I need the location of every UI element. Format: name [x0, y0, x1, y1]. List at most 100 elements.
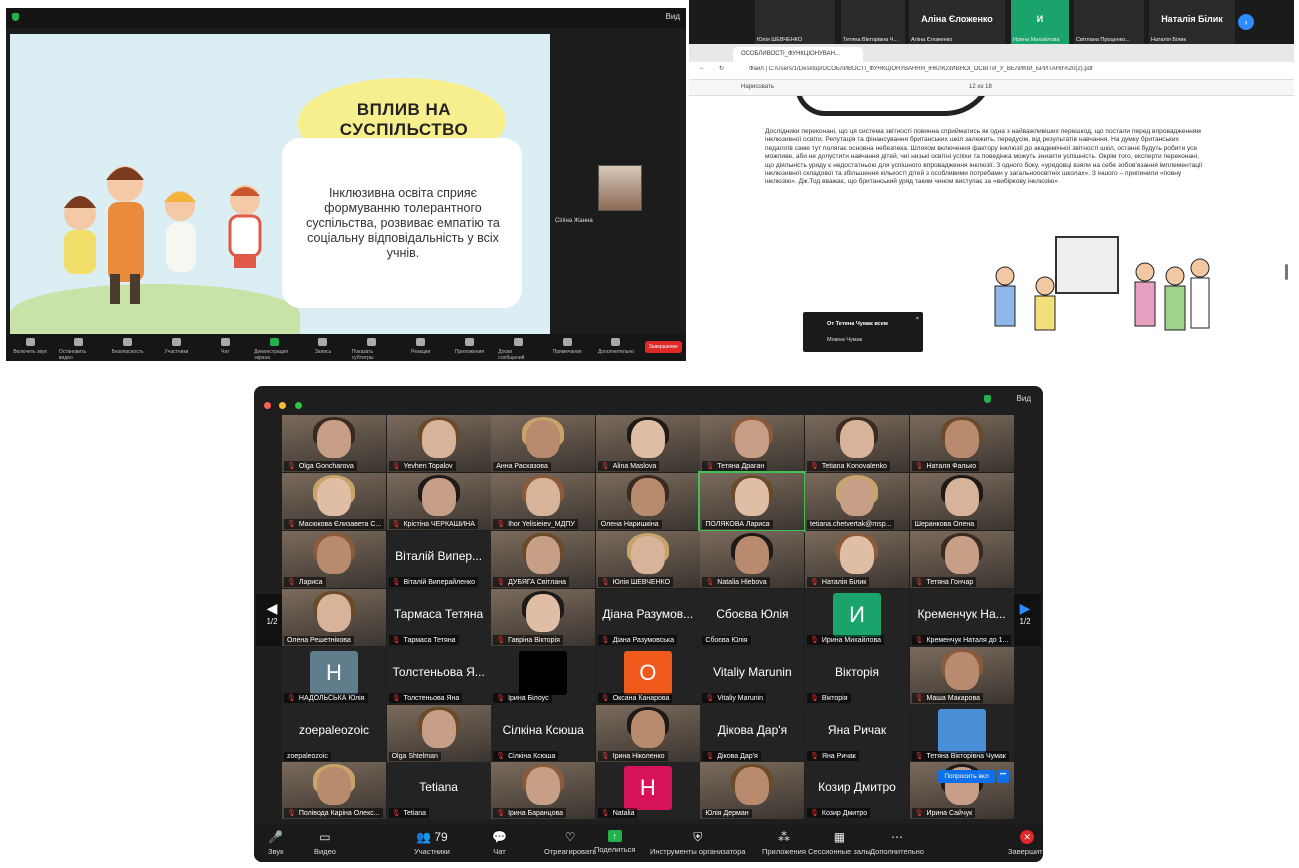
- meeting-control-button[interactable]: ▦ Сессионные залы: [808, 830, 871, 856]
- end-meeting-button[interactable]: Завершение: [644, 341, 682, 353]
- self-view-video[interactable]: [598, 165, 642, 211]
- ask-to-unmute-button[interactable]: Попросить вкл: [938, 770, 995, 783]
- toolbar-item[interactable]: Доски сообщений: [498, 334, 538, 361]
- draw-button[interactable]: Нарисовать: [741, 84, 774, 90]
- participant-tile[interactable]: Шеранкова Олена: [909, 472, 1014, 530]
- toolbar-item[interactable]: Приложения: [449, 334, 489, 361]
- meeting-control-button[interactable]: ✕ Завершить: [1008, 830, 1043, 856]
- toolbar-item[interactable]: Дополнительно: [596, 334, 636, 361]
- participant-tile[interactable]: Вікторія 🎙 Вікторія: [805, 646, 909, 704]
- participant-tile[interactable]: 🎙 Поліводa Каріна Олекс...: [282, 762, 386, 820]
- strip-video-tile[interactable]: Юлія ШЕВЧЕНКО: [755, 0, 835, 44]
- toolbar-item[interactable]: Остановить видео: [59, 334, 99, 361]
- view-button[interactable]: Вид: [666, 12, 680, 21]
- participant-tile[interactable]: 🎙 Tetiana Konovalenko: [805, 415, 909, 472]
- participant-tile[interactable]: 🎙 Крістіна ЧЕРКАШИНА: [386, 472, 491, 530]
- meeting-control-button[interactable]: 💬 Чат: [492, 830, 507, 856]
- participant-tile[interactable]: tetiana.chetvertak@msp...: [805, 472, 909, 530]
- participant-tile[interactable]: Юлія Дерман: [700, 762, 805, 820]
- participant-tile[interactable]: И 🎙 Ирина Михайлова: [805, 588, 909, 646]
- participant-tile[interactable]: Сбоєва Юлія Сбоєва Юлія: [700, 588, 805, 646]
- page-indicator[interactable]: 12 из 18: [969, 84, 992, 90]
- participant-tile[interactable]: Кременчук На... 🎙 Кременчук Наталя до 1...: [909, 588, 1014, 646]
- participant-tile[interactable]: 🎙 ДУБЯГА Світлана: [491, 530, 596, 588]
- participant-tile[interactable]: Анна Расказова: [491, 415, 596, 472]
- minimize-window-icon[interactable]: [279, 402, 287, 409]
- toolbar-item[interactable]: Примечания: [547, 334, 587, 361]
- participant-tile[interactable]: 🎙 Yevhen Topalov: [386, 415, 491, 472]
- meeting-control-button[interactable]: 🎤 Звук: [268, 830, 283, 856]
- participant-tile[interactable]: 🎙 Alina Maslova: [595, 415, 700, 472]
- participant-tile[interactable]: 🎙 Юлія ШЕВЧЕНКО: [595, 530, 700, 588]
- participant-tile[interactable]: Віталій Випер... 🎙 Віталій Виперайленко: [386, 530, 491, 588]
- toolbar-item[interactable]: Чат: [205, 334, 245, 361]
- strip-video-tile[interactable]: Світлана Проценко...: [1074, 0, 1144, 44]
- meeting-control-button[interactable]: ▭ Видео: [314, 830, 336, 856]
- participant-tile[interactable]: Козир Дмитро 🎙 Козир Дмитро: [805, 762, 909, 820]
- participant-tile[interactable]: 🎙 Масюкова Єлизавета С...: [282, 472, 386, 530]
- participant-tile[interactable]: Тармаса Тетяна 🎙 Тармаса Тетяна: [386, 588, 491, 646]
- toolbar-item[interactable]: Реакции: [401, 334, 441, 361]
- participant-face: [526, 477, 561, 516]
- participant-tile[interactable]: 🎙 Наталія Білик: [805, 530, 909, 588]
- participant-tile[interactable]: Н 🎙 Natalia: [595, 762, 700, 820]
- meeting-control-button[interactable]: ↑ Поделиться: [594, 830, 635, 854]
- close-window-icon[interactable]: [264, 402, 271, 409]
- strip-video-tile[interactable]: Тетяна Вікторівна Ч...: [841, 0, 905, 44]
- reload-icon[interactable]: ↻: [719, 65, 724, 72]
- participant-tile[interactable]: О 🎙 Оксана Канарова: [595, 646, 700, 704]
- participant-face: [526, 593, 561, 632]
- participant-tile[interactable]: 🎙 Natalia Hlebova: [700, 530, 805, 588]
- meeting-control-button[interactable]: ⛨ Инструменты организатора: [650, 830, 746, 856]
- participant-tile[interactable]: Діана Разумов... 🎙 Діана Разумовська: [595, 588, 700, 646]
- participant-tile[interactable]: 🎙 Ірина Баранцова: [491, 762, 596, 820]
- participant-tile[interactable]: 🎙 Ihor Yelisieiev_МДПУ: [491, 472, 596, 530]
- participant-tile[interactable]: Tetiana 🎙 Tetiana: [386, 762, 491, 820]
- address-url[interactable]: Файл | C:/Users/1/Desktop/ОСОБЛИВОСТІ_ФУ…: [749, 66, 1109, 72]
- strip-video-tile[interactable]: Аліна Єложенко Аліна Єложенко: [909, 0, 1005, 44]
- strip-video-tile[interactable]: Наталія Білик Наталія Білик: [1149, 0, 1235, 44]
- more-options-button[interactable]: •••: [997, 770, 1009, 783]
- participant-tile[interactable]: Олена Решетнікова: [282, 588, 386, 646]
- participant-tile[interactable]: Олена Наришкіна: [595, 472, 700, 530]
- back-icon[interactable]: ←: [699, 65, 705, 71]
- toolbar-item[interactable]: Включить звук: [10, 334, 50, 361]
- participant-tile[interactable]: zoepaleozoic zoepaleozoic: [282, 704, 386, 762]
- toolbar-item[interactable]: Демонстрация экрана: [254, 334, 294, 361]
- participant-tile[interactable]: 🎙 Тетяна Драган: [700, 415, 805, 472]
- participant-tile[interactable]: 🎙 Лариса: [282, 530, 386, 588]
- participant-tile[interactable]: Vitaliy Marunin 🎙 Vitaliy Marunin: [700, 646, 805, 704]
- participant-tile[interactable]: Дікова Дар'я 🎙 Дікова Дар'я: [700, 704, 805, 762]
- strip-video-tile[interactable]: И Ирина Михайлова: [1011, 0, 1069, 44]
- pdf-scrollbar[interactable]: [1285, 264, 1288, 280]
- browser-tab[interactable]: ОСОБЛИВОСТІ_ФУНКЦІОНУВАН...: [733, 47, 863, 62]
- participant-tile[interactable]: 🎙 Тетяна Вікторівна Чумак: [909, 704, 1014, 762]
- participant-tile[interactable]: 🎙 Ірина Ніколенко: [595, 704, 700, 762]
- view-button[interactable]: Вид: [1017, 394, 1031, 403]
- participant-tile[interactable]: 🎙 Ірина Білоус: [491, 646, 596, 704]
- toolbar-item[interactable]: Показать субтитры: [352, 334, 392, 361]
- participant-tile[interactable]: 🎙 Гавріна Вікторія: [491, 588, 596, 646]
- meeting-control-button[interactable]: 👥 79 Участники: [414, 830, 450, 856]
- strip-next-icon[interactable]: ›: [1238, 14, 1254, 30]
- participant-tile[interactable]: Толстеньова Я... 🎙 Толстеньова Яна: [386, 646, 491, 704]
- meeting-control-button[interactable]: ⁂ Приложения: [762, 830, 806, 856]
- toolbar-item[interactable]: Участники: [156, 334, 196, 361]
- toolbar-item[interactable]: Запись: [303, 334, 343, 361]
- participant-tile[interactable]: 🎙 Маша Макарова: [909, 646, 1014, 704]
- participant-tile[interactable]: 🎙 Olga Goncharova: [282, 415, 386, 472]
- maximize-window-icon[interactable]: [294, 402, 302, 409]
- participant-tile[interactable]: 🎙 Наталя Фалько: [909, 415, 1014, 472]
- meeting-control-button[interactable]: ♡ Отреагировать: [544, 830, 596, 856]
- toolbar-item[interactable]: Безопасность: [108, 334, 148, 361]
- participant-tile[interactable]: Сілкіна Ксюша 🎙 Сілкіна Ксюша: [491, 704, 596, 762]
- chat-notification[interactable]: От Тетяна Чумак всем Можна Чумак ×: [803, 312, 923, 352]
- close-icon[interactable]: ×: [916, 316, 919, 322]
- participant-tile[interactable]: Яна Ричак 🎙 Яна Ричак: [805, 704, 909, 762]
- participant-tile[interactable]: 🎙 Тетяна Гончар: [909, 530, 1014, 588]
- meeting-control-button[interactable]: ⋯ Дополнительно: [870, 830, 924, 856]
- participant-tile[interactable]: Olga Shtelman: [386, 704, 491, 762]
- address-bar[interactable]: ← ↻ Файл | C:/Users/1/Desktop/ОСОБЛИВОСТ…: [689, 62, 1294, 80]
- participant-tile[interactable]: ПОЛЯКОВА Лариса: [698, 470, 807, 532]
- participant-tile[interactable]: Н 🎙 НАДОЛЬСЬКА Юлія: [282, 646, 386, 704]
